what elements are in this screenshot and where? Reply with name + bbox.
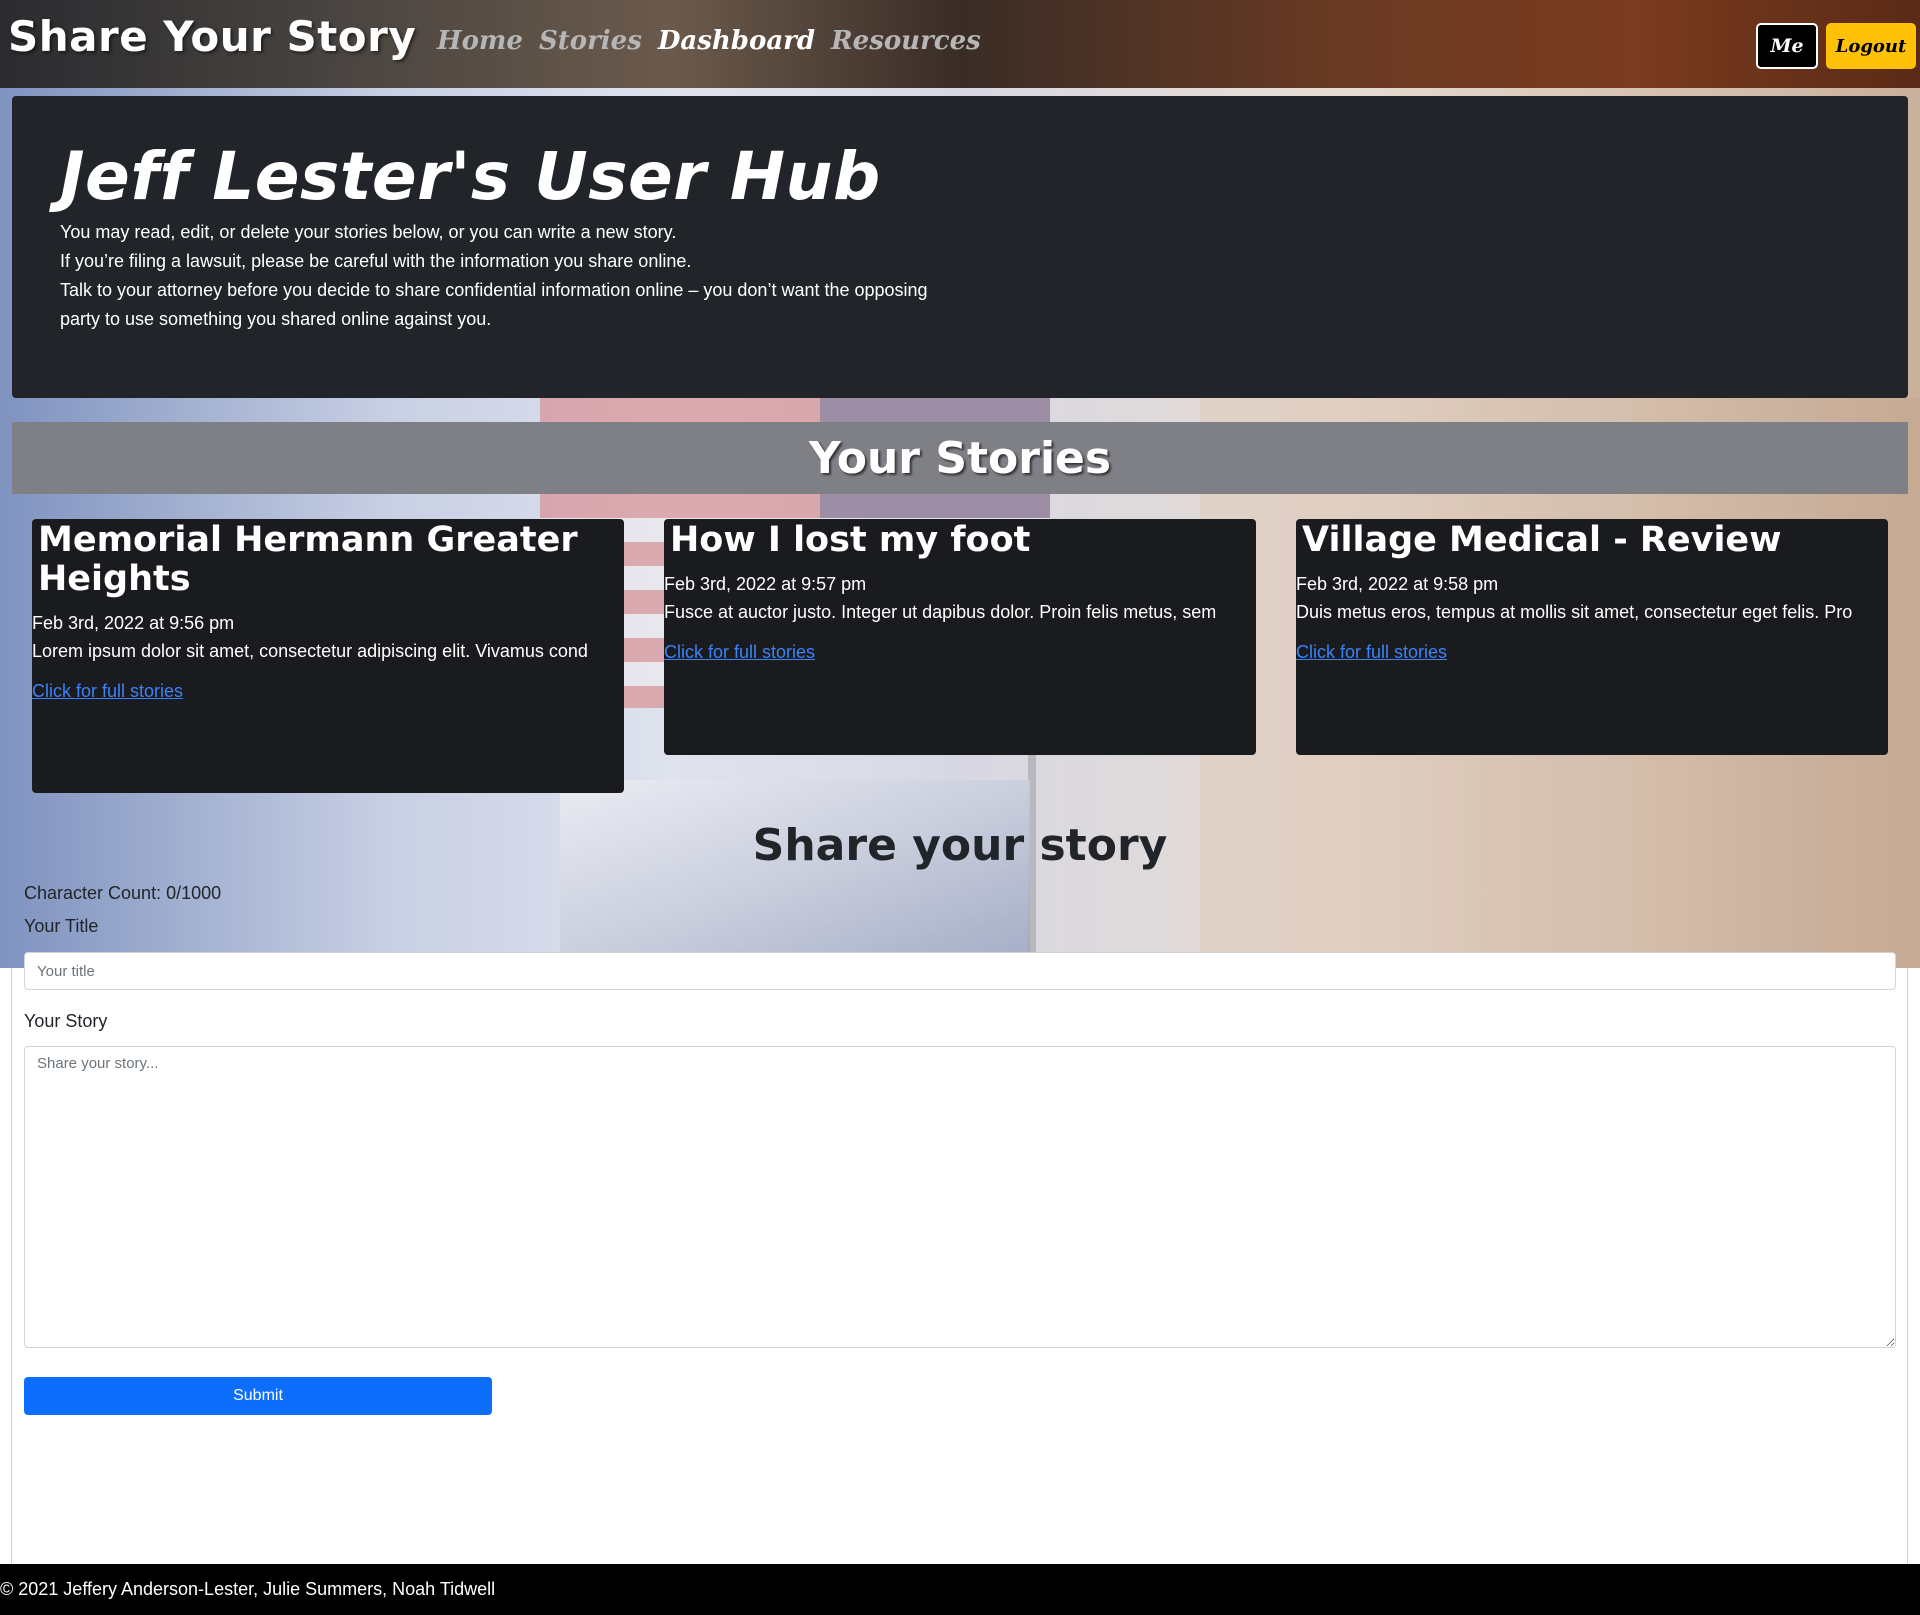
- story-title: Memorial Hermann Greater Heights: [38, 520, 578, 599]
- nav-resources[interactable]: Resources: [831, 26, 981, 56]
- brand-logo[interactable]: Share Your Story: [8, 12, 416, 61]
- story-date: Feb 3rd, 2022 at 9:58 pm: [1296, 574, 1499, 594]
- full-story-link[interactable]: Click for full stories: [32, 681, 183, 702]
- title-label: Your Title: [24, 916, 99, 936]
- story-card: Village Medical - Review Feb 3rd, 2022 a…: [1296, 519, 1888, 755]
- navbar: Share Your Story Home Stories Dashboard …: [0, 0, 1920, 88]
- story-card: Memorial Hermann Greater Heights Feb 3rd…: [32, 519, 624, 793]
- hub-line: Talk to your attorney before you decide …: [60, 280, 928, 329]
- story-title: How I lost my foot: [670, 520, 1031, 560]
- title-input[interactable]: [24, 952, 1896, 990]
- hub-title: Jeff Lester's User Hub: [60, 138, 881, 215]
- story-textarea[interactable]: [24, 1046, 1896, 1348]
- logout-button[interactable]: Logout: [1826, 23, 1916, 69]
- story-card: How I lost my foot Feb 3rd, 2022 at 9:57…: [664, 519, 1256, 755]
- nav-links: Home Stories Dashboard Resources: [437, 26, 981, 56]
- story-date: Feb 3rd, 2022 at 9:56 pm: [32, 613, 235, 633]
- share-story-title: Share your story: [752, 820, 1168, 871]
- content-border-right: [1907, 968, 1908, 1564]
- nav-home[interactable]: Home: [437, 26, 523, 56]
- content-border-left: [11, 968, 12, 1564]
- character-count: Character Count: 0/1000: [24, 883, 222, 903]
- nav-stories[interactable]: Stories: [539, 26, 642, 56]
- story-excerpt: Lorem ipsum dolor sit amet, consectetur …: [32, 641, 588, 661]
- full-story-link[interactable]: Click for full stories: [1296, 642, 1447, 663]
- full-story-link[interactable]: Click for full stories: [664, 642, 815, 663]
- me-button[interactable]: Me: [1756, 23, 1818, 69]
- footer: © 2021 Jeffery Anderson-Lester, Julie Su…: [0, 1564, 1920, 1615]
- story-excerpt: Fusce at auctor justo. Integer ut dapibu…: [664, 602, 1217, 622]
- footer-copyright: © 2021 Jeffery Anderson-Lester, Julie Su…: [0, 1579, 496, 1599]
- story-date: Feb 3rd, 2022 at 9:57 pm: [664, 574, 867, 594]
- submit-button[interactable]: Submit: [24, 1377, 492, 1415]
- texas-flag-image: [560, 780, 1030, 970]
- user-hub-panel: Jeff Lester's User Hub You may read, edi…: [12, 96, 1908, 398]
- nav-dashboard[interactable]: Dashboard: [658, 26, 815, 56]
- story-title: Village Medical - Review: [1302, 520, 1782, 560]
- hub-line: You may read, edit, or delete your stori…: [60, 222, 677, 242]
- story-label: Your Story: [24, 1011, 108, 1031]
- hub-line: If you’re filing a lawsuit, please be ca…: [60, 251, 692, 271]
- hub-description: You may read, edit, or delete your stori…: [60, 218, 960, 334]
- your-stories-title: Your Stories: [808, 432, 1112, 484]
- your-stories-header: Your Stories: [12, 422, 1908, 494]
- story-excerpt: Duis metus eros, tempus at mollis sit am…: [1296, 602, 1853, 622]
